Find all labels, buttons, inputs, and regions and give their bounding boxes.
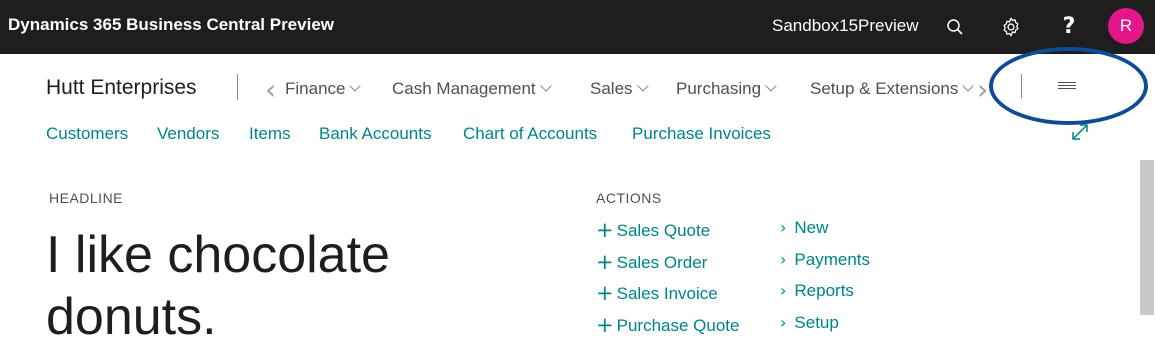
plus-icon: +: [596, 313, 614, 337]
nav-scroll-left-icon[interactable]: ‹: [265, 76, 276, 104]
chevron-right-icon: ›: [780, 250, 787, 269]
chevron-down-icon: [539, 80, 552, 92]
link-customers[interactable]: Customers: [46, 124, 128, 144]
environment-name[interactable]: Sandbox15Preview: [772, 16, 918, 36]
divider: [237, 74, 238, 100]
search-icon[interactable]: [943, 14, 967, 40]
action-group-payments[interactable]: › Payments: [780, 250, 870, 270]
chevron-down-icon: [349, 80, 362, 92]
link-items[interactable]: Items: [249, 124, 291, 144]
link-vendors[interactable]: Vendors: [157, 124, 219, 144]
headline-label: HEADLINE: [49, 190, 124, 206]
nav-setup-extensions[interactable]: Setup & Extensions: [810, 79, 975, 99]
avatar[interactable]: R: [1108, 8, 1144, 44]
actions-label: ACTIONS: [596, 190, 662, 206]
action-purchase-quote[interactable]: + Purchase Quote: [596, 312, 739, 337]
help-icon[interactable]: ?: [1057, 14, 1081, 40]
link-purchase-invoices[interactable]: Purchase Invoices: [632, 124, 771, 144]
top-bar: Dynamics 365 Business Central Preview Sa…: [0, 0, 1155, 54]
chevron-down-icon: [765, 80, 777, 92]
action-sales-invoice[interactable]: + Sales Invoice: [596, 280, 718, 305]
plus-icon: +: [596, 250, 614, 274]
nav-sales[interactable]: Sales: [590, 79, 649, 99]
nav-scroll-right-icon[interactable]: ›: [977, 76, 988, 104]
company-name: Hutt Enterprises: [46, 76, 197, 99]
plus-icon: +: [596, 218, 614, 242]
chevron-right-icon: ›: [780, 281, 787, 300]
nav-finance[interactable]: Finance: [285, 79, 362, 99]
action-sales-order[interactable]: + Sales Order: [596, 249, 707, 274]
action-group-setup[interactable]: › Setup: [780, 313, 839, 333]
link-chart-of-accounts[interactable]: Chart of Accounts: [463, 124, 597, 144]
expand-icon[interactable]: [1070, 122, 1090, 142]
nav-cash-management[interactable]: Cash Management: [392, 79, 552, 99]
plus-icon: +: [596, 281, 614, 305]
gear-icon[interactable]: [999, 14, 1023, 40]
chevron-right-icon: ›: [780, 313, 787, 332]
headline-text: I like chocolate donuts.: [46, 226, 390, 346]
chevron-down-icon: [962, 80, 975, 92]
chevron-down-icon: [636, 80, 649, 92]
app-title: Dynamics 365 Business Central Preview: [8, 15, 334, 34]
action-group-reports[interactable]: › Reports: [780, 281, 854, 301]
nav-purchasing[interactable]: Purchasing: [676, 79, 777, 99]
divider: [1021, 74, 1022, 98]
link-bank-accounts[interactable]: Bank Accounts: [319, 124, 431, 144]
chevron-right-icon: ›: [780, 218, 787, 237]
action-sales-quote[interactable]: + Sales Quote: [596, 217, 710, 242]
hamburger-menu-icon[interactable]: [1058, 82, 1076, 92]
scrollbar[interactable]: [1140, 160, 1154, 315]
action-group-new[interactable]: › New: [780, 218, 828, 238]
